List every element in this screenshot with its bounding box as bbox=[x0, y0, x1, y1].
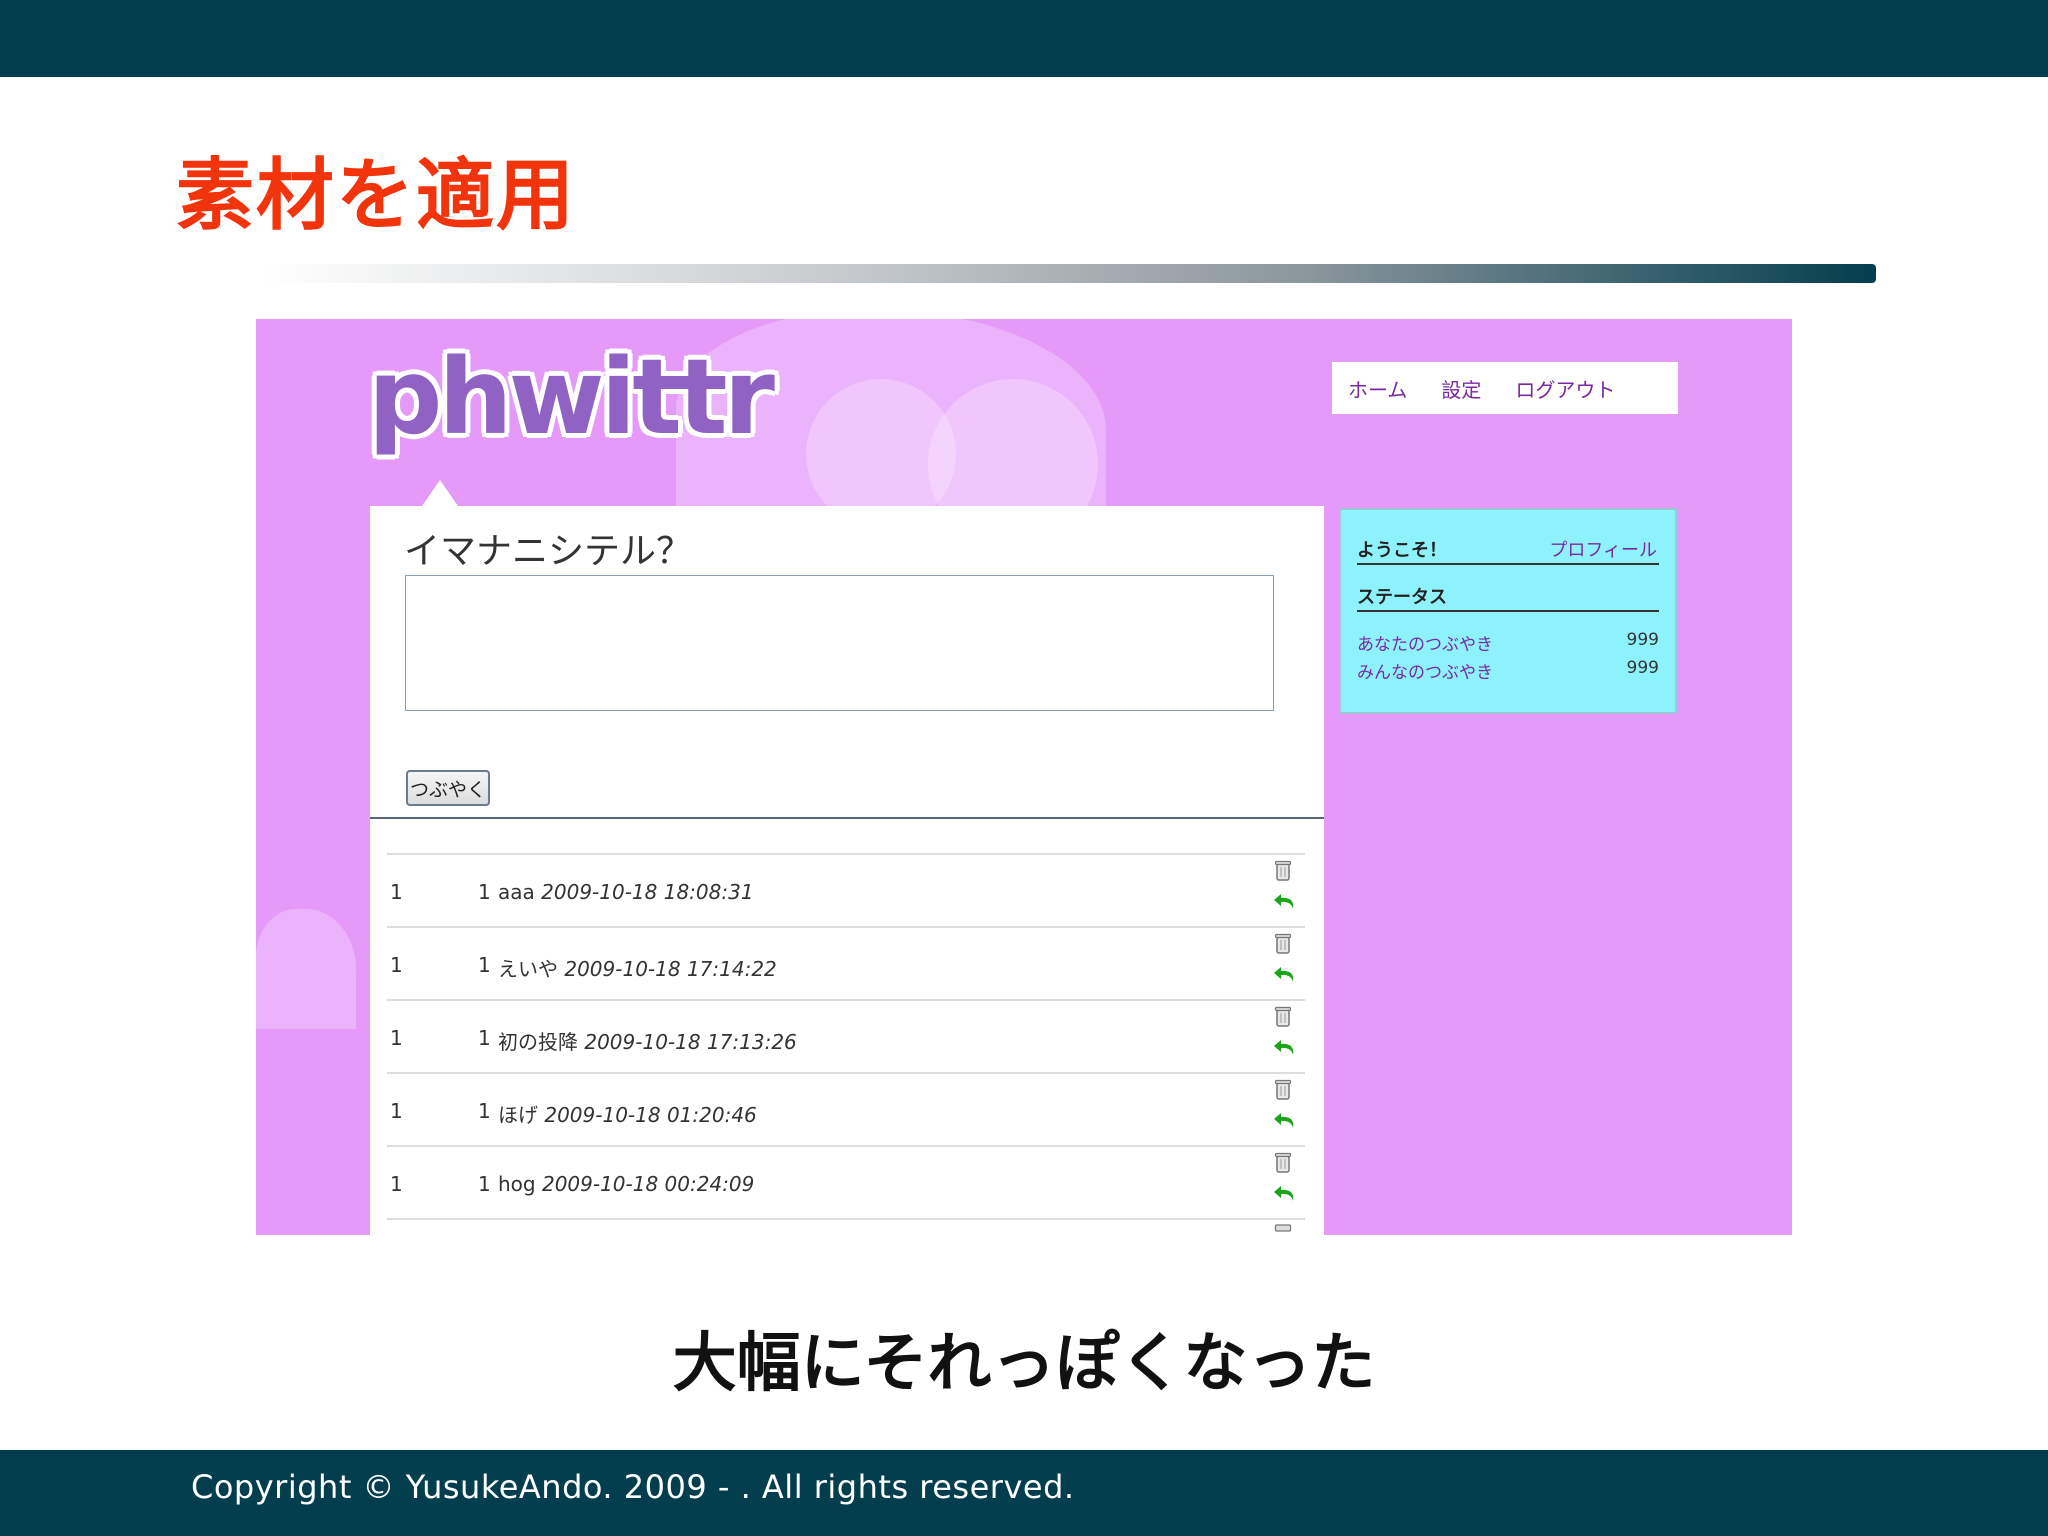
sidebar-panel: ようこそ！ プロフィール ステータス あなたのつぶやき 999 みんなのつぶやき… bbox=[1339, 508, 1677, 714]
tweet-row: 1 1 aaa 2009-10-18 18:08:31 bbox=[387, 855, 1305, 928]
background-elephant-shape bbox=[256, 909, 356, 1029]
tweet-content: 初の投降 2009-10-18 17:13:26 bbox=[498, 1026, 797, 1055]
stat-value-everyone: 999 bbox=[1626, 658, 1659, 678]
nav-settings-link[interactable]: 設定 bbox=[1441, 374, 1481, 403]
sidebar-divider bbox=[1357, 563, 1659, 565]
sidebar-divider bbox=[1357, 610, 1659, 612]
tweet-number: 1 bbox=[390, 1099, 403, 1123]
tweet-content: aaa 2009-10-18 18:08:31 bbox=[498, 880, 754, 904]
tweet-text: hog bbox=[498, 1172, 536, 1196]
tweet-number: 1 bbox=[390, 953, 403, 977]
nav-logout-link[interactable]: ログアウト bbox=[1515, 374, 1615, 403]
post-prompt: イマナニシテル？ bbox=[404, 531, 693, 572]
top-nav: ホーム 設定 ログアウト bbox=[1332, 362, 1678, 414]
stat-row: みんなのつぶやき 999 bbox=[1357, 658, 1659, 683]
tweet-user-id: 1 bbox=[478, 1099, 491, 1123]
tweet-date: 2009-10-18 18:08:31 bbox=[541, 880, 754, 904]
tweet-user-id: 1 bbox=[478, 880, 491, 904]
stat-value-mine: 999 bbox=[1626, 630, 1659, 650]
slide-top-bar bbox=[0, 0, 2048, 77]
tweet-row: 1 1 ほげ 2009-10-18 01:20:46 bbox=[387, 1074, 1305, 1147]
sidebar-welcome: ようこそ！ bbox=[1357, 540, 1447, 561]
reply-icon[interactable] bbox=[1271, 964, 1299, 988]
tweet-user-id: 1 bbox=[478, 953, 491, 977]
tweet-date: 2009-10-18 17:13:26 bbox=[584, 1030, 797, 1054]
tweet-row: 1 1 えいや 2009-10-18 17:14:22 bbox=[387, 928, 1305, 1001]
reply-icon[interactable] bbox=[1271, 1183, 1299, 1207]
trash-icon[interactable] bbox=[1274, 1078, 1292, 1100]
tweet-date: 2009-10-18 01:20:46 bbox=[544, 1103, 757, 1127]
reply-icon[interactable] bbox=[1271, 891, 1299, 915]
tweet-number: 1 bbox=[390, 880, 403, 904]
tweet-text: aaa bbox=[498, 880, 535, 904]
tweet-user-id: 1 bbox=[478, 1026, 491, 1050]
tweet-number: 1 bbox=[390, 1026, 403, 1050]
tweet-row: 1 1 hog 2009-10-18 00:24:09 bbox=[387, 1147, 1305, 1220]
tweet-text: 初の投降 bbox=[498, 1030, 578, 1054]
reply-icon[interactable] bbox=[1271, 1110, 1299, 1134]
trash-icon[interactable] bbox=[1274, 1223, 1292, 1233]
trash-icon[interactable] bbox=[1274, 1005, 1292, 1027]
phwittr-logo[interactable]: phwittr bbox=[368, 337, 775, 477]
tweet-content: えいや 2009-10-18 17:14:22 bbox=[498, 953, 777, 982]
profile-link[interactable]: プロフィール bbox=[1549, 536, 1657, 562]
tweet-text: えいや bbox=[498, 957, 558, 981]
tweet-number: 1 bbox=[390, 1172, 403, 1196]
trash-icon[interactable] bbox=[1274, 859, 1292, 881]
nav-home-link[interactable]: ホーム bbox=[1348, 374, 1407, 403]
trash-icon[interactable] bbox=[1274, 1151, 1292, 1173]
tweet-date: 2009-10-18 00:24:09 bbox=[541, 1172, 755, 1196]
tweet-user-id: 1 bbox=[478, 1172, 491, 1196]
reply-icon[interactable] bbox=[1271, 1037, 1299, 1061]
section-divider bbox=[370, 817, 1324, 819]
speech-bubble-tip bbox=[422, 480, 458, 506]
slide-caption: 大幅にそれっぽくなった bbox=[672, 1327, 1376, 1401]
app-screenshot: phwittr ホーム 設定 ログアウト イマナニシテル？ つぶやく 1 1 a… bbox=[256, 319, 1792, 1235]
main-panel: イマナニシテル？ つぶやく 1 1 aaa 2009-10-18 18:08:3… bbox=[370, 506, 1324, 1235]
slide-title: 素材を適用 bbox=[176, 151, 577, 241]
post-textarea[interactable] bbox=[405, 575, 1274, 711]
stat-label-mine[interactable]: あなたのつぶやき bbox=[1357, 635, 1493, 655]
stat-label-everyone[interactable]: みんなのつぶやき bbox=[1357, 663, 1493, 683]
tweet-content: hog 2009-10-18 00:24:09 bbox=[498, 1172, 754, 1196]
slide-footer-bar: Copyright © YusukeAndo. 2009 - . All rig… bbox=[0, 1450, 2048, 1536]
tweet-text: ほげ bbox=[498, 1103, 538, 1127]
trash-icon[interactable] bbox=[1274, 932, 1292, 954]
copyright-text: Copyright © YusukeAndo. 2009 - . All rig… bbox=[191, 1468, 1075, 1506]
title-underline bbox=[260, 264, 1876, 283]
sidebar-status-heading: ステータス bbox=[1357, 587, 1447, 608]
tweet-date: 2009-10-18 17:14:22 bbox=[564, 957, 777, 981]
tweet-content: ほげ 2009-10-18 01:20:46 bbox=[498, 1099, 757, 1128]
stat-row: あなたのつぶやき 999 bbox=[1357, 630, 1659, 655]
tweet-row: 1 1 初の投降 2009-10-18 17:13:26 bbox=[387, 1001, 1305, 1074]
post-button[interactable]: つぶやく bbox=[406, 770, 490, 806]
